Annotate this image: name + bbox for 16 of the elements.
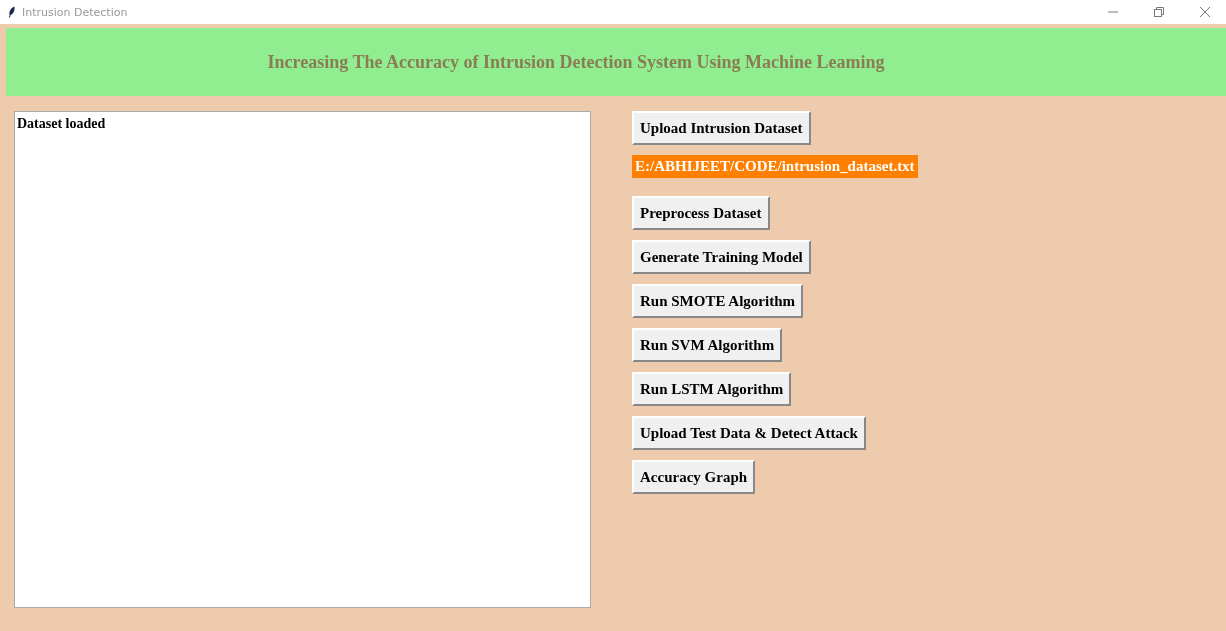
action-button[interactable]: Upload Test Data & Detect Attack bbox=[632, 416, 866, 450]
action-button[interactable]: Generate Training Model bbox=[632, 240, 811, 274]
app-heading: Increasing The Accuracy of Intrusion Detection System Using Machine Leaming bbox=[267, 51, 885, 73]
feather-icon bbox=[8, 6, 16, 18]
action-button[interactable]: Run SMOTE Algorithm bbox=[632, 284, 804, 318]
close-icon[interactable] bbox=[1200, 7, 1210, 17]
action-button[interactable]: Accuracy Graph bbox=[632, 460, 756, 494]
window-title: Intrusion Detection bbox=[22, 5, 128, 19]
output-text: Dataset loaded bbox=[17, 116, 106, 131]
action-button[interactable]: Run LSTM Algorithm bbox=[632, 372, 792, 406]
dataset-path-label: E:/ABHIJEET/CODE/intrusion_dataset.txt bbox=[632, 155, 918, 178]
action-button[interactable]: Run SVM Algorithm bbox=[632, 328, 783, 362]
restore-icon[interactable] bbox=[1154, 7, 1164, 17]
action-button[interactable]: Upload Intrusion Dataset bbox=[632, 111, 811, 145]
action-button[interactable]: Preprocess Dataset bbox=[632, 196, 770, 230]
output-text-area[interactable]: Dataset loaded bbox=[14, 111, 591, 608]
